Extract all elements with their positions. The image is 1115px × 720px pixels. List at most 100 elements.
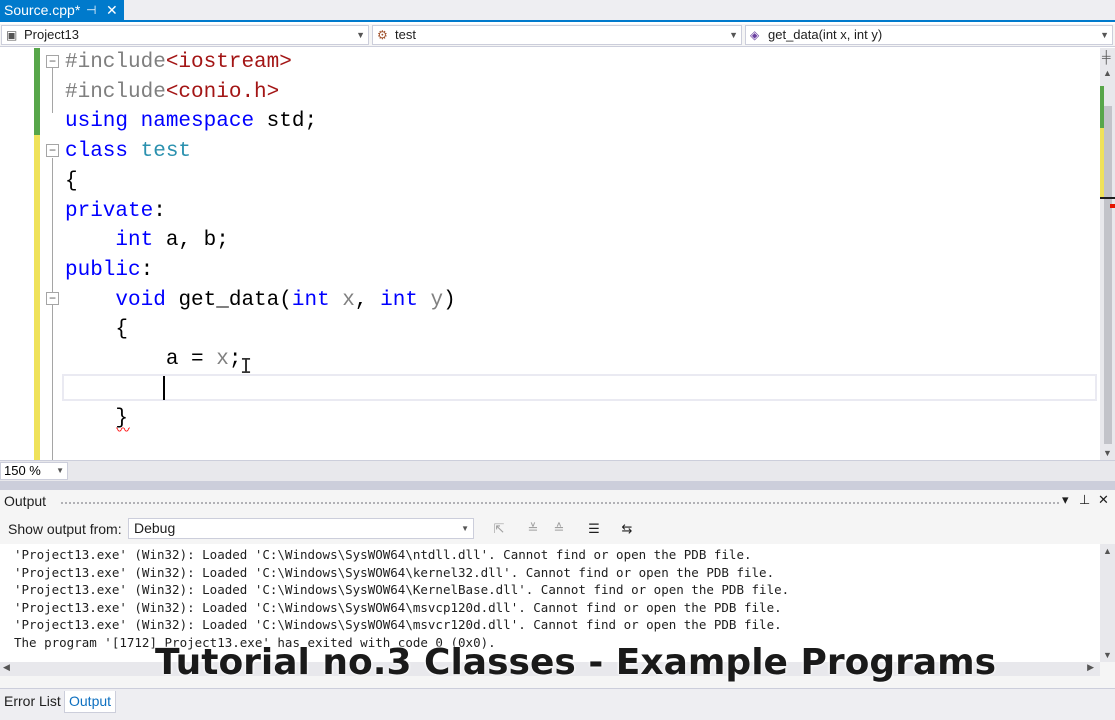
- collapse-icon[interactable]: −: [46, 292, 59, 305]
- tab-error-list[interactable]: Error List: [0, 691, 65, 713]
- project-name: Project13: [24, 27, 79, 42]
- chevron-down-icon: ▼: [56, 466, 64, 475]
- output-title: Output: [4, 493, 47, 509]
- change-marker-unsaved: [34, 135, 40, 460]
- code-token: a =: [65, 348, 217, 371]
- code-token: int: [115, 229, 154, 253]
- code-token: {: [65, 169, 78, 193]
- clear-all-icon[interactable]: ☰: [585, 521, 603, 537]
- video-caption: Tutorial no.3 Classes - Example Programs: [155, 642, 997, 683]
- outline-line: [52, 158, 53, 460]
- window-position-icon[interactable]: ▾: [1062, 492, 1069, 508]
- scroll-up-icon[interactable]: ▲: [1103, 68, 1112, 78]
- code-token: :: [153, 199, 166, 223]
- collapse-icon[interactable]: −: [46, 55, 59, 68]
- code-line: #include<conio.h>: [65, 78, 279, 108]
- editor-vertical-scrollbar[interactable]: ╪ ▲ ▼: [1100, 48, 1115, 460]
- output-title-bar: Output ▾ ⊥ ✕: [0, 490, 1115, 514]
- scrollbar-thumb[interactable]: [1104, 106, 1112, 444]
- code-editor[interactable]: − − − #include<iostream> #include<conio.h…: [0, 48, 1100, 460]
- output-toolbar: Show output from: Debug ▼ ⇱ ≚ ≙ ☰ ⇆: [0, 516, 1115, 542]
- chevron-down-icon: ▼: [1100, 30, 1109, 40]
- code-token: x: [216, 348, 229, 371]
- code-token: public: [65, 258, 141, 282]
- member-dropdown[interactable]: ◈ get_data(int x, int y) ▼: [745, 25, 1113, 45]
- code-line: #include<iostream>: [65, 48, 292, 78]
- class-icon: ⚙: [377, 28, 388, 42]
- outline-line: [52, 68, 53, 113]
- document-tab-strip: Source.cpp* ⊣ ✕: [0, 0, 1115, 22]
- scroll-down-icon[interactable]: ▼: [1103, 448, 1112, 458]
- code-token: #include: [65, 51, 166, 74]
- scroll-left-icon[interactable]: ◀: [3, 662, 10, 673]
- tab-source-cpp[interactable]: Source.cpp* ⊣ ✕: [0, 0, 124, 20]
- code-token: private: [65, 199, 154, 223]
- zoom-dropdown[interactable]: 150 % ▼: [0, 462, 68, 480]
- project-dropdown[interactable]: ▣ Project13 ▼: [1, 25, 369, 45]
- class-dropdown[interactable]: ⚙ test ▼: [372, 25, 742, 45]
- collapse-icon[interactable]: −: [46, 144, 59, 157]
- member-name: get_data(int x, int y): [768, 27, 883, 42]
- output-line: 'Project13.exe' (Win32): Loaded 'C:\Wind…: [14, 564, 775, 580]
- code-token: void: [115, 288, 166, 312]
- navigation-bar: ▣ Project13 ▼ ⚙ test ▼ ◈ get_data(int x,…: [0, 24, 1115, 47]
- splitter-icon[interactable]: ╪: [1102, 50, 1111, 64]
- code-token: <iostream>: [165, 51, 292, 74]
- next-message-icon[interactable]: ≙: [550, 521, 568, 537]
- code-line: private:: [65, 197, 166, 227]
- code-line: void get_data(int x, int y): [65, 286, 455, 316]
- scroll-up-icon[interactable]: ▲: [1103, 546, 1112, 556]
- code-token: class: [65, 140, 129, 164]
- code-token: get_data(: [165, 288, 292, 312]
- code-line: using namespace std;: [65, 107, 317, 137]
- output-line: 'Project13.exe' (Win32): Loaded 'C:\Wind…: [14, 617, 782, 632]
- code-line: a = x;: [65, 345, 242, 375]
- editor-zoom-bar: 150 % ▼: [0, 460, 1115, 481]
- output-source-select[interactable]: Debug ▼: [128, 518, 474, 539]
- find-message-icon[interactable]: ⇱: [490, 521, 508, 537]
- class-name: test: [395, 27, 416, 42]
- chevron-down-icon: ▼: [356, 30, 365, 40]
- code-token: <conio.h>: [165, 80, 280, 104]
- scroll-right-icon[interactable]: ▶: [1087, 662, 1094, 673]
- pin-icon[interactable]: ⊣: [86, 0, 96, 20]
- tab-output[interactable]: Output: [64, 691, 117, 713]
- title-grip[interactable]: [60, 501, 1060, 505]
- code-token: namespace: [140, 110, 255, 134]
- code-token: std;: [254, 110, 318, 134]
- output-source-value: Debug: [134, 520, 176, 536]
- chevron-down-icon: ▼: [461, 524, 469, 533]
- code-token: ,: [354, 288, 381, 312]
- code-token: y: [430, 288, 444, 312]
- error-squiggle: 〰: [116, 422, 130, 438]
- tab-title: Source.cpp*: [4, 2, 81, 18]
- current-line-highlight: [62, 374, 1097, 401]
- code-token: #include: [65, 80, 166, 104]
- scroll-down-icon[interactable]: ▼: [1103, 650, 1112, 660]
- close-icon[interactable]: ✕: [106, 0, 118, 20]
- chevron-down-icon: ▼: [729, 30, 738, 40]
- output-line: 'Project13.exe' (Win32): Loaded 'C:\Wind…: [14, 599, 782, 615]
- code-token: {: [65, 318, 129, 342]
- code-line: {: [65, 167, 78, 197]
- word-wrap-icon[interactable]: ⇆: [618, 521, 636, 537]
- close-icon[interactable]: ✕: [1098, 492, 1109, 508]
- text-caret: [163, 376, 165, 400]
- previous-message-icon[interactable]: ≚: [524, 521, 542, 537]
- code-token: a, b;: [153, 229, 229, 253]
- project-icon: ▣: [6, 28, 18, 42]
- code-token: test: [140, 140, 192, 164]
- code-token: using: [65, 110, 129, 134]
- code-token: :: [140, 258, 154, 282]
- panel-splitter[interactable]: [0, 481, 1115, 490]
- pin-icon[interactable]: ⊥: [1079, 492, 1090, 508]
- code-line: {: [65, 315, 128, 345]
- code-line: int a, b;: [65, 226, 229, 256]
- code-line: class test: [65, 137, 191, 167]
- output-vertical-scrollbar[interactable]: ▲ ▼: [1100, 544, 1115, 662]
